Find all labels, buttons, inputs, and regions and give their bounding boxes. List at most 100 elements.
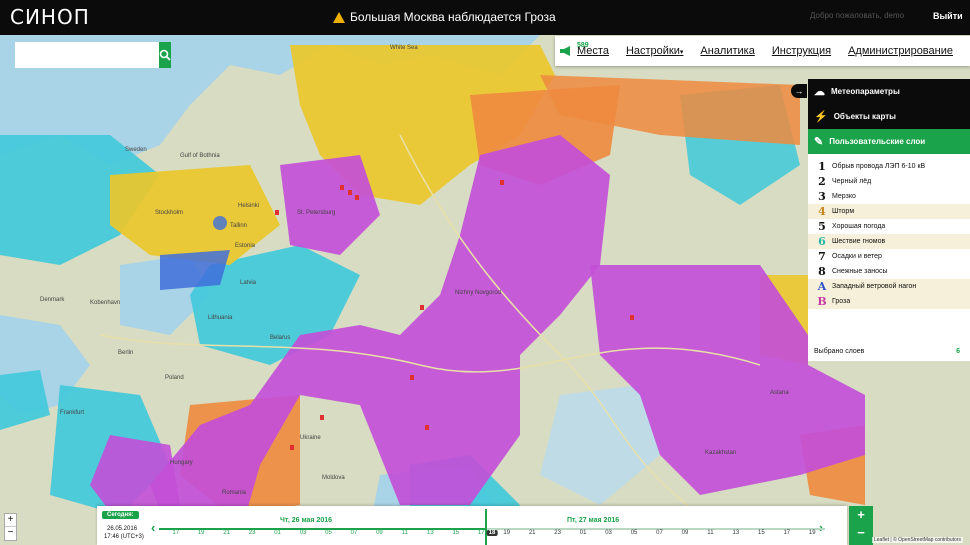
- map-label: Frankfurt: [60, 410, 85, 416]
- map-label: Kazakhstan: [705, 450, 737, 456]
- objects-label: Объекты карты: [833, 112, 897, 121]
- layer-label: Хорошая погода: [832, 223, 886, 230]
- map-label: Gulf of Bothnia: [180, 153, 220, 159]
- layer-item[interactable]: 3 Мерзко: [808, 189, 970, 204]
- layer-number: 6: [818, 235, 826, 248]
- current-date: 26.05.2016: [107, 526, 138, 532]
- nav-settings-label: Настройки: [625, 45, 680, 57]
- timeline-hour[interactable]: 21: [223, 530, 230, 536]
- layer-label: Гроза: [832, 298, 851, 305]
- timeline-hour[interactable]: 11: [707, 530, 713, 536]
- layer-label: Шествие гномов: [832, 238, 886, 245]
- nav-analytics[interactable]: Аналитика: [700, 45, 754, 57]
- timeline-hour[interactable]: 23: [249, 530, 256, 536]
- meteo-params-tab[interactable]: ☁ Метеопараметры: [808, 79, 970, 104]
- timeline-hour[interactable]: 01: [274, 530, 281, 536]
- layer-number: 3: [818, 190, 826, 203]
- map-label: Lithuania: [208, 315, 233, 321]
- layer-label: Черный лёд: [832, 178, 872, 185]
- zoom-in-button[interactable]: +: [5, 514, 16, 527]
- map-label: Ukraine: [300, 435, 321, 441]
- layer-item[interactable]: 2 Черный лёд: [808, 174, 970, 189]
- nav-settings[interactable]: Настройки▾: [626, 45, 683, 57]
- map-objects-tab[interactable]: ⚡ Объекты карты: [808, 104, 970, 129]
- layer-label: Осадки и ветер: [832, 253, 882, 260]
- timeline-hour[interactable]: 03: [300, 530, 307, 536]
- timeline-hour[interactable]: 03: [605, 530, 612, 536]
- layer-number: 7: [818, 250, 826, 263]
- logout-button[interactable]: Выйти: [933, 11, 963, 21]
- layer-item[interactable]: 4 Шторм: [808, 204, 970, 219]
- timeline-zoom: + −: [849, 506, 873, 545]
- layer-item[interactable]: 5 Хорошая погода: [808, 219, 970, 234]
- map-label: Denmark: [40, 297, 65, 303]
- layer-item[interactable]: 1 Обрыв провода ЛЭП 6-10 кВ: [808, 159, 970, 174]
- megaphone-icon: [560, 46, 570, 56]
- timeline-hour[interactable]: 09: [682, 530, 689, 536]
- layer-number: 2: [818, 175, 826, 188]
- layer-number: 1: [818, 160, 826, 173]
- caret-down-icon: ▾: [679, 49, 684, 56]
- timeline-hour[interactable]: 01: [580, 530, 587, 536]
- search-button[interactable]: [159, 42, 171, 68]
- user-layers-tab[interactable]: ✎ Пользовательские слои: [808, 129, 970, 154]
- day-label-2: Пт, 27 мая 2016: [567, 517, 620, 524]
- welcome-text: Добро пожаловать, demo: [810, 11, 905, 20]
- nav-admin[interactable]: Администрирование: [848, 45, 953, 57]
- timeline-zoom-in-button[interactable]: +: [849, 506, 873, 524]
- timeline-hour[interactable]: 07: [656, 530, 663, 536]
- layer-item[interactable]: А Западный ветровой нагон: [808, 279, 970, 294]
- timeline-hour[interactable]: 15: [452, 530, 459, 536]
- meteo-label: Метеопараметры: [831, 87, 900, 96]
- notifications-button[interactable]: 589: [555, 36, 589, 66]
- today-badge[interactable]: Сегодня:: [102, 511, 139, 519]
- search-input[interactable]: [15, 42, 159, 68]
- panel-toggle-arrow-icon[interactable]: →: [791, 84, 807, 98]
- timeline-hour[interactable]: 17: [172, 530, 179, 536]
- selected-layers-label: Выбрано слоев: [814, 347, 865, 355]
- timeline-prev-icon[interactable]: ‹: [151, 520, 155, 535]
- timeline-hour[interactable]: 23: [554, 530, 561, 536]
- timeline-hour[interactable]: 05: [631, 530, 638, 536]
- layer-item[interactable]: В Гроза: [808, 294, 970, 309]
- nav-instructions[interactable]: Инструкция: [772, 45, 831, 57]
- timeline-hour[interactable]: 05: [325, 530, 332, 536]
- timeline-hour[interactable]: 07: [351, 530, 358, 536]
- timeline-zoom-out-button[interactable]: −: [849, 524, 873, 542]
- edit-icon: ✎: [814, 136, 824, 148]
- map-label: Stockholm: [155, 210, 184, 216]
- timeline-hour[interactable]: 19: [198, 530, 205, 536]
- layer-number: 4: [818, 205, 826, 218]
- map-label: Moldova: [322, 475, 345, 481]
- timeline-hour[interactable]: 13: [427, 530, 434, 536]
- timeline-hour[interactable]: 21: [529, 530, 536, 536]
- timeline-hour[interactable]: 19: [809, 530, 816, 536]
- timeline-hour[interactable]: 13: [733, 530, 740, 536]
- timeline-hour[interactable]: 17: [783, 530, 790, 536]
- layer-item[interactable]: 8 Снежные заносы: [808, 264, 970, 279]
- top-bar: СИНОП Большая Москва наблюдается Гроза Д…: [0, 0, 970, 35]
- timeline-hour[interactable]: 17: [478, 530, 485, 536]
- app-logo[interactable]: СИНОП: [10, 5, 90, 29]
- map-label: Nizhny Novgorod: [455, 290, 502, 296]
- map-label: St. Petersburg: [297, 210, 336, 216]
- layer-item[interactable]: 7 Осадки и ветер: [808, 249, 970, 264]
- timeline: Сегодня: 26.05.2016 17:46 (UTC+3) ‹ › Чт…: [97, 506, 847, 545]
- map-attribution[interactable]: Leaflet | © OpenStreetMap contributors: [872, 537, 963, 543]
- timeline-hour[interactable]: 15: [758, 530, 765, 536]
- alert-text: Большая Москва наблюдается Гроза: [350, 10, 556, 24]
- weather-icon: ☁: [814, 86, 825, 98]
- search-icon: [159, 49, 171, 61]
- warning-icon: [333, 11, 345, 23]
- timeline-hour[interactable]: 19: [503, 530, 510, 536]
- power-tower-icon: ⚡: [814, 111, 828, 123]
- timeline-current-hour[interactable]: 18: [486, 530, 498, 536]
- layer-item[interactable]: 6 Шествие гномов: [808, 234, 970, 249]
- timeline-hour[interactable]: 09: [376, 530, 383, 536]
- selected-layers-count: 6: [956, 347, 960, 355]
- map-label: Belarus: [270, 335, 291, 341]
- layer-number: В: [817, 295, 827, 308]
- alert-banner[interactable]: Большая Москва наблюдается Гроза: [333, 10, 556, 24]
- timeline-hour[interactable]: 11: [402, 530, 408, 536]
- zoom-out-button[interactable]: −: [5, 527, 16, 540]
